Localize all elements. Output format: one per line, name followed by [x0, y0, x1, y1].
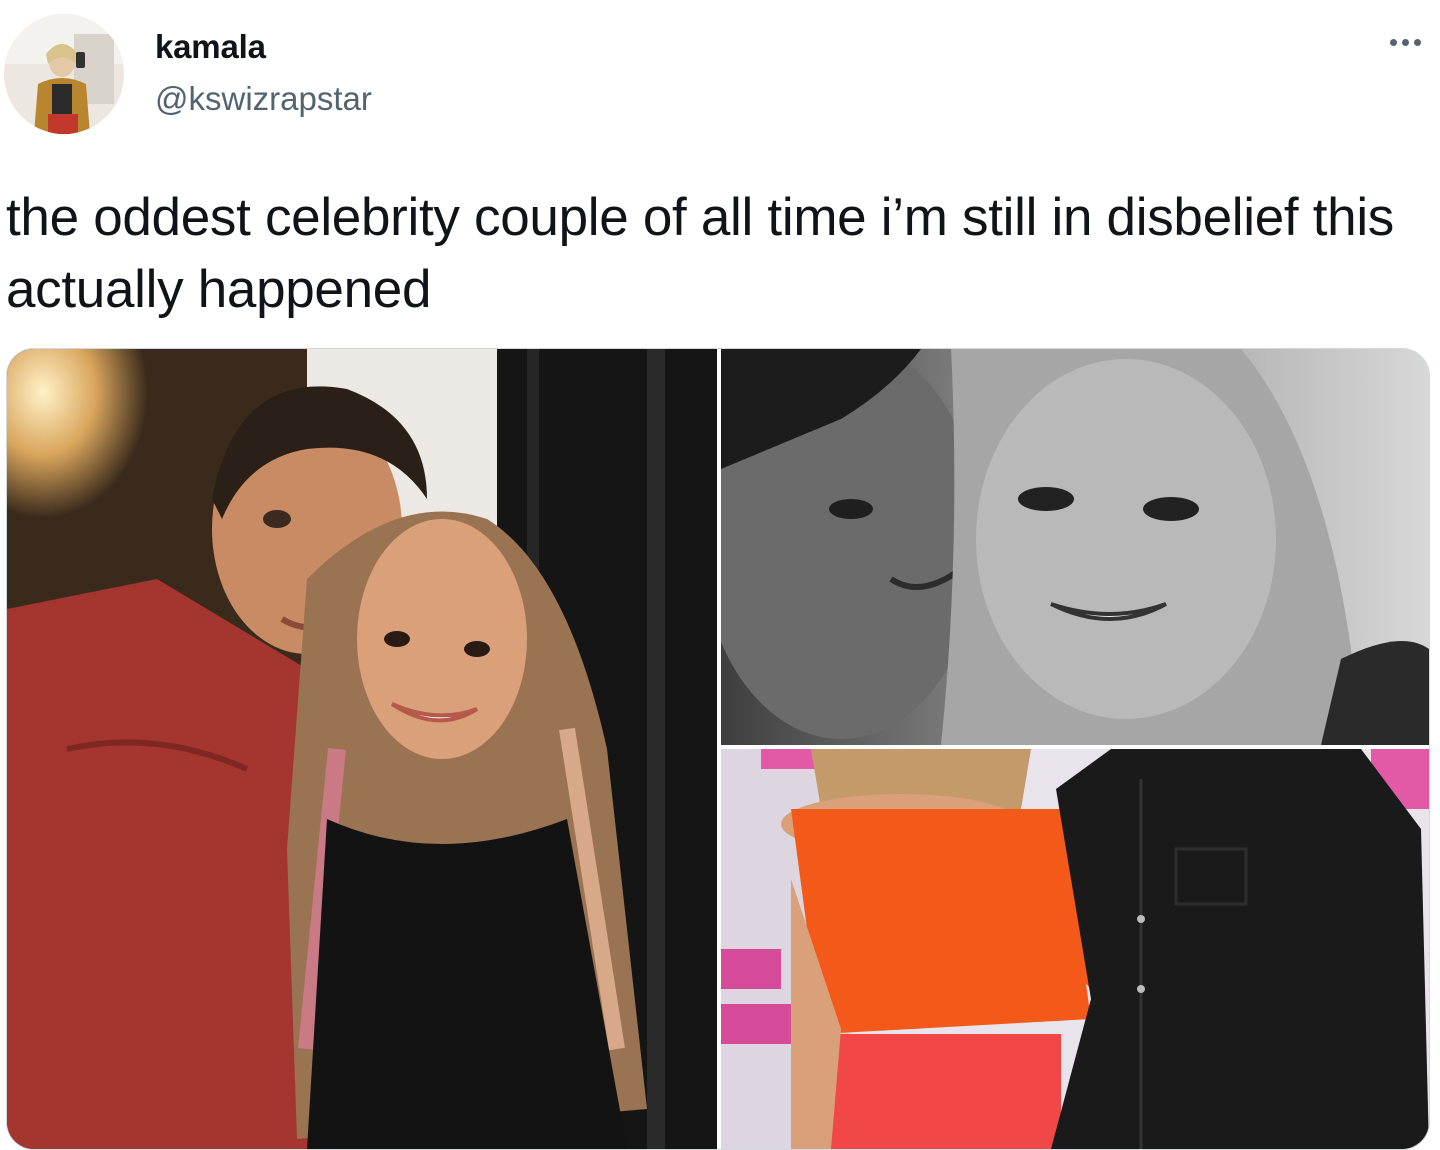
tweet-text: the oddest celebrity couple of all time …	[6, 188, 1394, 319]
more-horizontal-icon-dot	[1413, 38, 1421, 46]
photo-2[interactable]	[721, 349, 1429, 745]
couple-photo-2	[721, 349, 1429, 745]
more-horizontal-icon-dot	[1401, 38, 1409, 46]
media-grid	[6, 348, 1430, 1150]
tweet: kamala @kswizrapstar the oddest celebrit…	[0, 0, 1440, 1150]
couple-photo-3	[721, 749, 1429, 1149]
display-name[interactable]: kamala	[155, 28, 266, 66]
avatar[interactable]	[4, 14, 124, 134]
more-horizontal-icon	[1389, 38, 1397, 46]
user-handle[interactable]: @kswizrapstar	[155, 80, 372, 118]
avatar-photo	[4, 14, 124, 134]
photo-1[interactable]	[7, 349, 717, 1149]
photo-3[interactable]	[721, 749, 1429, 1149]
more-button[interactable]	[1380, 22, 1430, 62]
couple-photo-1	[7, 349, 717, 1149]
